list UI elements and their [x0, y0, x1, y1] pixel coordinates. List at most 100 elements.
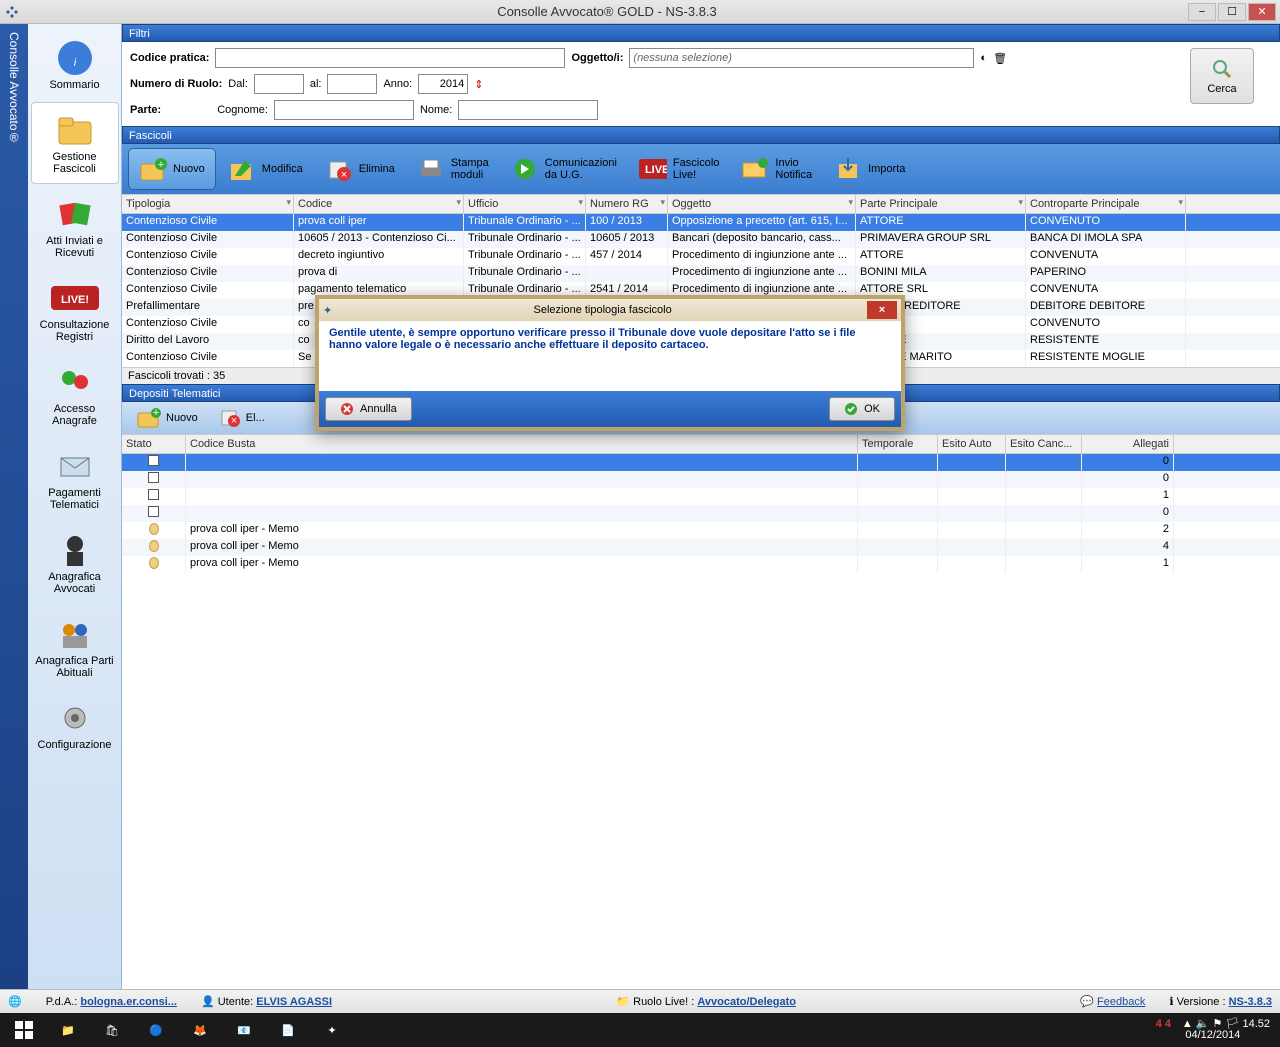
filter-icon[interactable]: ▾: [1178, 197, 1183, 208]
toolbar-notifica-button[interactable]: InvioNotifica: [731, 148, 822, 190]
fascicoli-row[interactable]: Contenzioso Civile10605 / 2013 - Contenz…: [122, 231, 1280, 248]
ruolo-label: Ruolo Live! :: [633, 996, 694, 1008]
depositi-col-0[interactable]: Stato: [122, 435, 186, 453]
sidebar-item-6[interactable]: Anagrafica Avvocati: [31, 522, 119, 604]
sidebar-item-4[interactable]: Accesso Anagrafe: [31, 354, 119, 436]
taskbar-explorer-icon[interactable]: 📁: [48, 1015, 88, 1045]
toolbar-stampa-button[interactable]: Stampamoduli: [407, 148, 499, 190]
sidebar-item-3[interactable]: LIVE!Consultazione Registri: [31, 270, 119, 352]
input-anno[interactable]: [418, 74, 468, 94]
depositi-col-2[interactable]: Temporale: [858, 435, 938, 453]
search-button[interactable]: Cerca: [1190, 48, 1254, 104]
close-button[interactable]: ✕: [1248, 3, 1276, 21]
sidebar-item-0[interactable]: iSommario: [31, 30, 119, 100]
fascicoli-row[interactable]: Contenzioso Civileprova diTribunale Ordi…: [122, 265, 1280, 282]
fascicoli-col-1[interactable]: Codice▾: [294, 195, 464, 213]
filter-icon[interactable]: ▾: [660, 197, 665, 208]
filter-icon[interactable]: ▾: [286, 197, 291, 208]
input-al[interactable]: [327, 74, 377, 94]
taskbar-clock[interactable]: 4 4 ▲ 🔈 ⚑ 🏳 14.52 04/12/2014: [1156, 1019, 1276, 1041]
toolbar-elimina-button[interactable]: ×Elimina: [315, 148, 405, 190]
input-oggetto[interactable]: [629, 48, 974, 68]
depositi-elimina-button[interactable]: × El...: [212, 405, 273, 431]
fascicoli-col-5[interactable]: Parte Principale▾: [856, 195, 1026, 213]
filter-icon[interactable]: ▾: [578, 197, 583, 208]
trash-oggetto-icon[interactable]: 🗑: [993, 52, 1007, 65]
modal-annulla-button[interactable]: Annulla: [325, 397, 412, 421]
depositi-row[interactable]: prova coll iper - Memo2: [122, 522, 1280, 539]
taskbar-app-icon[interactable]: ✦: [312, 1015, 352, 1045]
modal-app-icon: ✦: [323, 304, 332, 317]
sidebar-item-1[interactable]: Gestione Fascicoli: [31, 102, 119, 184]
sidebar-item-5[interactable]: Pagamenti Telematici: [31, 438, 119, 520]
input-codice-pratica[interactable]: [215, 48, 565, 68]
toolbar-importa-button[interactable]: Importa: [824, 148, 915, 190]
minimize-button[interactable]: −: [1188, 3, 1216, 21]
sidebar-item-2[interactable]: Atti Inviati e Ricevuti: [31, 186, 119, 268]
fascicoli-cell: CONVENUTA: [1026, 248, 1186, 265]
depositi-row[interactable]: prova coll iper - Memo1: [122, 556, 1280, 573]
clear-oggetto-icon[interactable]: ◐: [980, 52, 987, 64]
fascicoli-col-3[interactable]: Numero RG▾: [586, 195, 668, 213]
ruolo-value[interactable]: Avvocato/Delegato: [697, 996, 796, 1008]
start-button[interactable]: [4, 1015, 44, 1045]
toolbar-nuovo-button[interactable]: +Nuovo: [128, 148, 216, 190]
taskbar-outlook-icon[interactable]: 📧: [224, 1015, 264, 1045]
globe-icon: 🌐: [8, 995, 22, 1008]
checkbox-icon[interactable]: [148, 506, 159, 517]
checkbox-icon[interactable]: [148, 472, 159, 483]
modal-close-button[interactable]: ×: [867, 301, 897, 319]
clock-date: 04/12/2014: [1185, 1029, 1240, 1041]
fascicoli-row[interactable]: Contenzioso Civileprova coll iperTribuna…: [122, 214, 1280, 231]
input-cognome[interactable]: [274, 100, 414, 120]
sidebar-item-8[interactable]: Configurazione: [31, 690, 119, 760]
depositi-col-4[interactable]: Esito Canc...: [1006, 435, 1082, 453]
user-icon: 👤: [201, 996, 215, 1008]
utente-value[interactable]: ELVIS AGASSI: [256, 996, 332, 1008]
depositi-esito-auto: [938, 539, 1006, 556]
fascicoli-col-4[interactable]: Oggetto▾: [668, 195, 856, 213]
taskbar-word-icon[interactable]: 📄: [268, 1015, 308, 1045]
toolbar-live-button[interactable]: LIVE!FascicoloLive!: [629, 148, 729, 190]
toolbar-comunicazioni-button[interactable]: Comunicazionida U.G.: [501, 148, 627, 190]
depositi-row[interactable]: 0: [122, 454, 1280, 471]
input-dal[interactable]: [254, 74, 304, 94]
filter-icon[interactable]: ▾: [1018, 197, 1023, 208]
input-nome[interactable]: [458, 100, 598, 120]
sidebar-item-7[interactable]: Anagrafica Parti Abituali: [31, 606, 119, 688]
taskbar-firefox-icon[interactable]: 🦊: [180, 1015, 220, 1045]
depositi-nuovo-button[interactable]: + Nuovo: [128, 405, 206, 431]
taskbar-chrome-icon[interactable]: 🔵: [136, 1015, 176, 1045]
filter-icon[interactable]: ▾: [848, 197, 853, 208]
filter-icon[interactable]: ▾: [456, 197, 461, 208]
anno-stepper-icon[interactable]: ⇕: [474, 78, 483, 91]
label-codice-pratica: Codice pratica:: [130, 52, 209, 64]
depositi-stato: [122, 522, 186, 539]
checkbox-icon[interactable]: [148, 489, 159, 500]
modal-ok-button[interactable]: OK: [829, 397, 895, 421]
depositi-row[interactable]: 0: [122, 471, 1280, 488]
fascicoli-col-2[interactable]: Ufficio▾: [464, 195, 586, 213]
depositi-row[interactable]: prova coll iper - Memo4: [122, 539, 1280, 556]
depositi-col-5[interactable]: Allegati: [1082, 435, 1174, 453]
depositi-esito-canc: [1006, 539, 1082, 556]
maximize-button[interactable]: ☐: [1218, 3, 1246, 21]
feedback-link[interactable]: Feedback: [1097, 996, 1145, 1008]
toolbar-modifica-button[interactable]: Modifica: [218, 148, 313, 190]
depositi-row[interactable]: 1: [122, 488, 1280, 505]
depositi-col-3[interactable]: Esito Auto: [938, 435, 1006, 453]
sidebar: iSommarioGestione FascicoliAtti Inviati …: [28, 24, 122, 989]
fascicoli-col-6[interactable]: Controparte Principale▾: [1026, 195, 1186, 213]
fascicoli-cell: RESISTENTE: [1026, 333, 1186, 350]
depositi-row[interactable]: 0: [122, 505, 1280, 522]
depositi-allegati: 1: [1082, 556, 1174, 573]
depositi-col-1[interactable]: Codice Busta: [186, 435, 858, 453]
pda-value[interactable]: bologna.er.consi...: [80, 996, 177, 1008]
taskbar-store-icon[interactable]: 🛍: [92, 1015, 132, 1045]
fascicoli-col-0[interactable]: Tipologia▾: [122, 195, 294, 213]
fascicoli-row[interactable]: Contenzioso Civiledecreto ingiuntivoTrib…: [122, 248, 1280, 265]
mail-icon: [34, 445, 116, 487]
panel-fascicoli-title: Fascicoli: [122, 126, 1280, 144]
checkbox-icon[interactable]: [148, 455, 159, 466]
label-parte: Parte:: [130, 104, 161, 116]
